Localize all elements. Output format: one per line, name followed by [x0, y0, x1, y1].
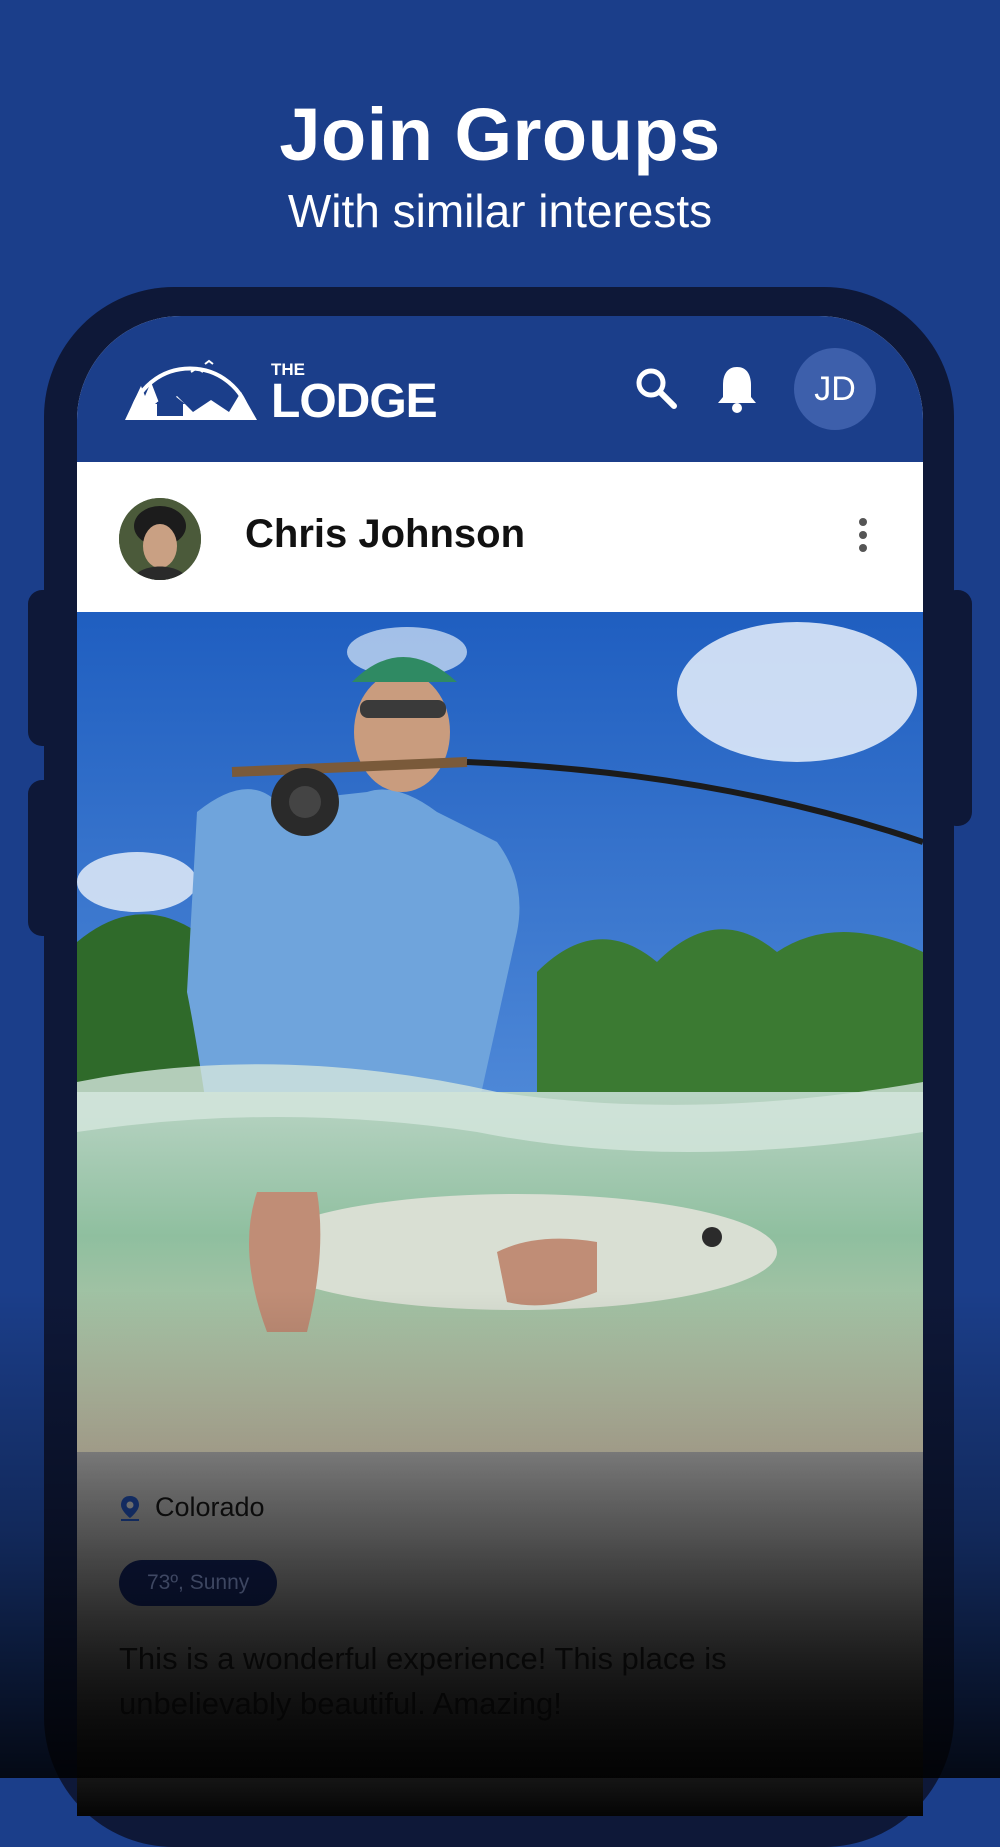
app-bar: THE LODGE JD	[77, 316, 923, 462]
promo-title: Join Groups	[279, 93, 721, 176]
location-pin-icon	[121, 1495, 139, 1521]
post-details: Colorado 73º, Sunny This is a wonderful …	[77, 1452, 923, 1816]
weather-chip: 73º, Sunny	[119, 1560, 278, 1606]
logo-text-lodge: LODGE	[271, 375, 438, 428]
location-row[interactable]: Colorado	[119, 1492, 265, 1523]
search-icon	[636, 368, 677, 409]
author-avatar[interactable]	[119, 498, 201, 580]
lodge-logo[interactable]: THE LODGE	[121, 352, 438, 428]
more-vert-icon	[859, 518, 867, 526]
author-photo	[119, 498, 201, 580]
post-header: Chris Johnson	[77, 462, 923, 612]
author-name[interactable]: Chris Johnson	[245, 512, 525, 557]
more-options-button[interactable]	[853, 518, 873, 562]
notifications-button[interactable]	[709, 360, 765, 416]
bell-icon	[718, 367, 756, 413]
phone-screen: THE LODGE JD Chris Johnson Colorado 73º,…	[77, 316, 923, 1816]
post-caption: This is a wonderful experience! This pla…	[119, 1641, 727, 1721]
post-photo[interactable]	[77, 612, 923, 1452]
fishing-photo	[77, 612, 923, 1452]
search-button[interactable]	[628, 360, 684, 416]
lodge-emblem-icon	[125, 359, 257, 420]
location-text: Colorado	[155, 1492, 265, 1522]
user-avatar[interactable]: JD	[794, 348, 876, 430]
promo-subtitle: With similar interests	[287, 185, 713, 237]
